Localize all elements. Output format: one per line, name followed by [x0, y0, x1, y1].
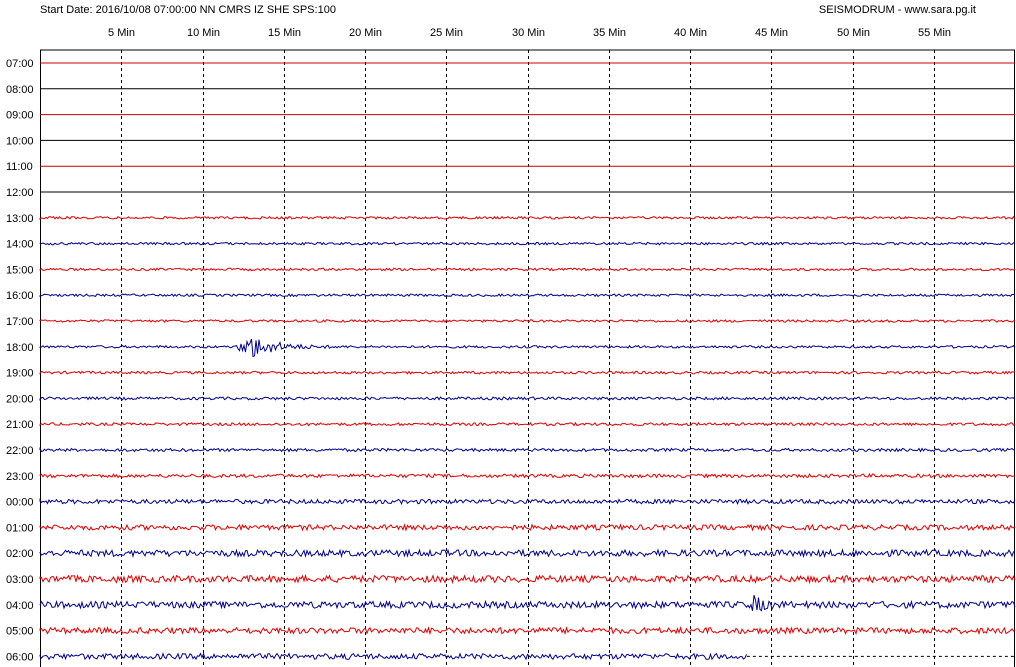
- minute-label: 5 Min: [108, 27, 135, 39]
- seismic-trace: [39, 338, 1016, 358]
- seismogram-drum: 5 Min 10 Min 15 Min 20 Min 25 Min 30 Min 35 Mi…: [6, 27, 1016, 667]
- minute-label: 30 Min: [512, 27, 545, 39]
- minute-label: 55 Min: [918, 27, 951, 39]
- hour-label: 22:00: [6, 445, 34, 457]
- hour-label: 21:00: [6, 419, 34, 431]
- hour-label: 05:00: [6, 626, 34, 638]
- seismic-trace: [39, 595, 1016, 612]
- hour-label: 08:00: [6, 84, 34, 96]
- seismic-trace: [39, 573, 1016, 585]
- hour-label: 13:00: [6, 213, 34, 225]
- minute-label: 25 Min: [430, 27, 463, 39]
- minute-label: 10 Min: [187, 27, 220, 39]
- hour-label: 19:00: [6, 368, 34, 380]
- hour-label: 07:00: [6, 58, 34, 70]
- hour-label: 04:00: [6, 600, 34, 612]
- seismic-trace: [39, 498, 1016, 506]
- hour-label: 16:00: [6, 290, 34, 302]
- seismic-trace: [39, 473, 1016, 479]
- hour-label: 09:00: [6, 110, 34, 122]
- seismic-trace: [39, 652, 747, 661]
- seismic-trace: [39, 319, 1016, 324]
- seismic-trace: [39, 267, 1016, 272]
- minute-label: 45 Min: [755, 27, 788, 39]
- hour-label: 23:00: [6, 471, 34, 483]
- hour-label: 06:00: [6, 651, 34, 663]
- seismic-trace: [39, 548, 1016, 559]
- hour-label: 11:00: [6, 161, 33, 173]
- seismic-trace: [39, 421, 1016, 427]
- seismic-trace: [39, 370, 1016, 375]
- seismic-trace: [39, 626, 1016, 636]
- minute-label: 15 Min: [268, 27, 301, 39]
- hour-label: 12:00: [6, 187, 34, 199]
- hour-label: 10:00: [6, 135, 34, 147]
- seismic-trace: [39, 523, 1016, 532]
- hour-label: 15:00: [6, 264, 34, 276]
- hour-label: 14:00: [6, 239, 34, 251]
- hour-label: 18:00: [6, 342, 34, 354]
- seismic-trace: [39, 241, 1016, 246]
- hour-label: 17:00: [6, 316, 34, 328]
- hour-label: 03:00: [6, 574, 34, 586]
- minute-label: 40 Min: [674, 27, 707, 39]
- minute-label: 20 Min: [349, 27, 382, 39]
- hour-label: 01:00: [6, 522, 34, 534]
- seismic-trace: [39, 215, 1016, 220]
- hour-label: 20:00: [6, 393, 34, 405]
- hour-label: 02:00: [6, 548, 34, 560]
- minute-label: 35 Min: [593, 27, 626, 39]
- minute-label: 50 Min: [837, 27, 870, 39]
- hour-label: 00:00: [6, 497, 34, 509]
- seismic-trace: [39, 396, 1016, 402]
- seismic-trace: [39, 447, 1016, 453]
- seismic-trace: [39, 293, 1016, 298]
